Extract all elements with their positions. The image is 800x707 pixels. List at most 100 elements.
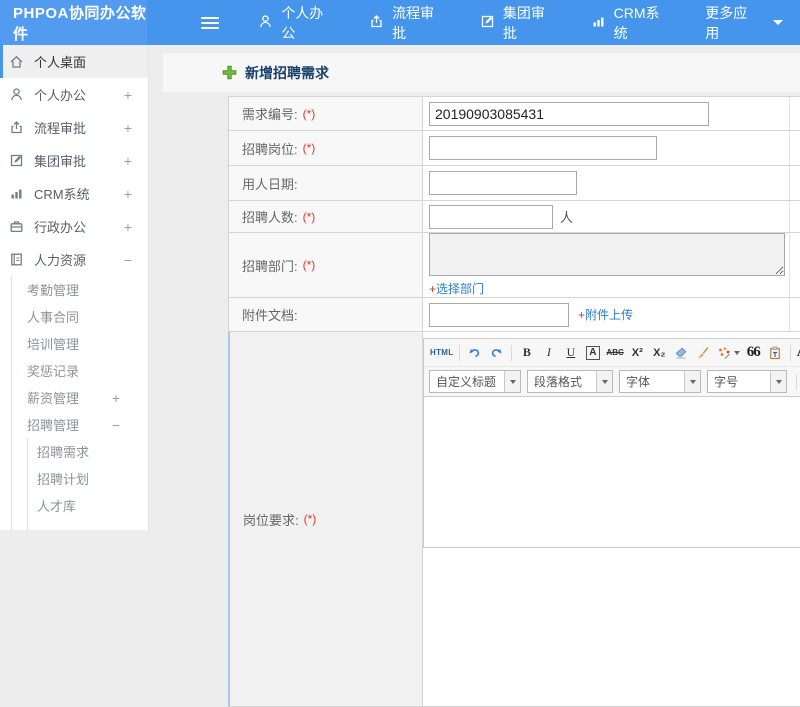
select-department-link[interactable]: +选择部门 bbox=[429, 280, 484, 297]
expand-plus-icon[interactable]: + bbox=[112, 390, 148, 406]
field-value-cell: +附件上传 bbox=[423, 298, 790, 331]
expand-plus-icon[interactable]: + bbox=[124, 219, 148, 235]
bold-button[interactable]: B bbox=[516, 343, 537, 363]
label-text: 需求编号: bbox=[242, 107, 298, 122]
collapse-minus-icon[interactable]: − bbox=[124, 252, 148, 268]
custom-title-dropdown[interactable]: 自定义标题 bbox=[429, 370, 521, 393]
headcount-input[interactable] bbox=[429, 204, 553, 229]
nav-label: 更多应用 bbox=[705, 4, 748, 41]
sidebar-item-label: 考勤管理 bbox=[27, 283, 80, 298]
sidebar-item-recruit-mgmt[interactable]: 招聘管理 − bbox=[0, 411, 148, 438]
recruit-demand-form: 需求编号: (*) 招聘岗位: (*) 用人日期: 招聘人数: (*) bbox=[228, 96, 800, 707]
hamburger-menu-icon[interactable] bbox=[197, 11, 223, 35]
app-root: { "header": { "logo": "PHPOA协同办公软件", "na… bbox=[0, 0, 800, 707]
expand-plus-icon[interactable]: + bbox=[124, 120, 148, 136]
attachment-input[interactable] bbox=[429, 302, 569, 327]
sidebar-item-admin-office[interactable]: 行政办公 + bbox=[0, 210, 148, 243]
form-row-recruit-position: 招聘岗位: (*) bbox=[228, 131, 800, 166]
top-navigation: 个人办公 流程审批 集团审批 CRM系统 更多应用 bbox=[241, 0, 800, 45]
top-header-bar: PHPOA协同办公软件 个人办公 流程审批 集团审批 CRM系统 更多应用 bbox=[0, 0, 800, 45]
demand-number-input[interactable] bbox=[429, 101, 709, 126]
italic-button[interactable]: I bbox=[538, 343, 559, 363]
unit-suffix: 人 bbox=[560, 210, 574, 225]
sidebar-item-label: 招聘需求 bbox=[37, 445, 90, 460]
color-dots-icon[interactable] bbox=[715, 343, 742, 363]
font-color-button[interactable]: A bbox=[795, 343, 800, 363]
sidebar-item-training-mgmt[interactable]: 培训管理 bbox=[0, 330, 148, 357]
recruit-position-input[interactable] bbox=[429, 136, 657, 160]
eraser-icon[interactable] bbox=[671, 343, 692, 363]
nav-label: CRM系统 bbox=[613, 4, 660, 41]
plus-prefix: + bbox=[429, 282, 437, 296]
sidebar-item-rewards-records[interactable]: 奖惩记录 bbox=[0, 357, 148, 384]
sidebar-item-label: 流程审批 bbox=[34, 121, 87, 136]
recruit-department-textarea[interactable] bbox=[429, 233, 785, 276]
page-title: 新增招聘需求 bbox=[245, 64, 329, 81]
char-border-button[interactable]: A bbox=[582, 343, 603, 363]
field-value-cell bbox=[423, 97, 790, 130]
blockquote-button[interactable]: 66 bbox=[743, 343, 764, 363]
caret-down-icon bbox=[504, 371, 520, 392]
subscript-button[interactable]: X₂ bbox=[649, 343, 670, 363]
form-row-demand-number: 需求编号: (*) bbox=[228, 97, 800, 131]
expand-plus-icon[interactable]: + bbox=[124, 87, 148, 103]
sidebar-item-label: 人事合同 bbox=[27, 310, 80, 325]
toolbar-separator bbox=[796, 373, 797, 390]
label-text: 用人日期: bbox=[242, 176, 298, 192]
label-text: 招聘岗位: bbox=[242, 141, 298, 157]
sidebar-item-process-approval[interactable]: 流程审批 + bbox=[0, 111, 148, 144]
sidebar-item-personal-desktop[interactable]: 个人桌面 bbox=[0, 45, 148, 78]
underline-button[interactable]: U bbox=[560, 343, 581, 363]
nav-item-process-approval[interactable]: 流程审批 bbox=[352, 0, 463, 45]
sidebar-item-attendance-mgmt[interactable]: 考勤管理 bbox=[0, 276, 148, 303]
superscript-button[interactable]: X² bbox=[627, 343, 648, 363]
briefcase-icon bbox=[9, 219, 25, 234]
form-row-headcount: 招聘人数: (*) 人 bbox=[228, 201, 800, 233]
recruit-submenu: 招聘需求 招聘计划 人才库 bbox=[0, 438, 148, 533]
attachment-upload-link[interactable]: +附件上传 bbox=[578, 306, 633, 323]
editor-content-area[interactable] bbox=[424, 397, 800, 547]
nav-item-more-apps[interactable]: 更多应用 bbox=[688, 0, 800, 45]
sidebar-item-human-resources[interactable]: 人力资源 − bbox=[0, 243, 148, 276]
user-icon bbox=[9, 87, 25, 102]
field-label: 需求编号: (*) bbox=[229, 97, 423, 130]
sidebar-item-label: 培训管理 bbox=[27, 337, 80, 352]
hire-date-input[interactable] bbox=[429, 171, 577, 195]
edit-approval-icon bbox=[9, 153, 25, 168]
format-brush-icon[interactable] bbox=[693, 343, 714, 363]
font-family-dropdown[interactable]: 字体 bbox=[619, 370, 701, 393]
required-mark: (*) bbox=[303, 512, 317, 526]
expand-plus-icon[interactable]: + bbox=[124, 186, 148, 202]
sidebar-item-group-approval[interactable]: 集团审批 + bbox=[0, 144, 148, 177]
sidebar-item-hr-contracts[interactable]: 人事合同 bbox=[0, 303, 148, 330]
sidebar-item-recruit-plan[interactable]: 招聘计划 bbox=[0, 465, 148, 492]
strikethrough-button[interactable]: ABC bbox=[604, 343, 625, 363]
green-plus-icon bbox=[222, 65, 237, 80]
nav-item-group-approval[interactable]: 集团审批 bbox=[463, 0, 574, 45]
redo-icon[interactable] bbox=[486, 343, 507, 363]
row-stub bbox=[790, 131, 800, 165]
toolbar-separator bbox=[789, 344, 791, 361]
collapse-minus-icon[interactable]: − bbox=[112, 417, 148, 433]
sidebar-item-recruit-demand[interactable]: 招聘需求 bbox=[0, 438, 148, 465]
expand-plus-icon[interactable]: + bbox=[124, 153, 148, 169]
row-stub bbox=[790, 233, 800, 297]
sidebar-item-crm-system[interactable]: CRM系统 + bbox=[0, 177, 148, 210]
field-value-cell: 人 bbox=[423, 201, 790, 232]
nav-item-crm-system[interactable]: CRM系统 bbox=[574, 0, 689, 45]
field-label: 岗位要求: (*) bbox=[230, 332, 423, 706]
caret-down-icon bbox=[684, 371, 700, 392]
row-stub bbox=[790, 298, 800, 331]
font-size-dropdown[interactable]: 字号 bbox=[707, 370, 787, 393]
required-mark: (*) bbox=[302, 141, 316, 155]
sidebar-item-label: 个人办公 bbox=[34, 88, 87, 103]
sidebar-item-talent-pool[interactable]: 人才库 bbox=[0, 492, 148, 519]
html-source-button[interactable]: HTML bbox=[428, 343, 455, 363]
paste-clipboard-icon[interactable] bbox=[765, 343, 786, 363]
sidebar-item-personal-office[interactable]: 个人办公 + bbox=[0, 78, 148, 111]
nav-item-personal-office[interactable]: 个人办公 bbox=[241, 0, 352, 45]
hr-book-icon bbox=[9, 252, 25, 267]
sidebar-item-salary-mgmt[interactable]: 薪资管理 + bbox=[0, 384, 148, 411]
undo-icon[interactable] bbox=[464, 343, 485, 363]
paragraph-format-dropdown[interactable]: 段落格式 bbox=[527, 370, 613, 393]
